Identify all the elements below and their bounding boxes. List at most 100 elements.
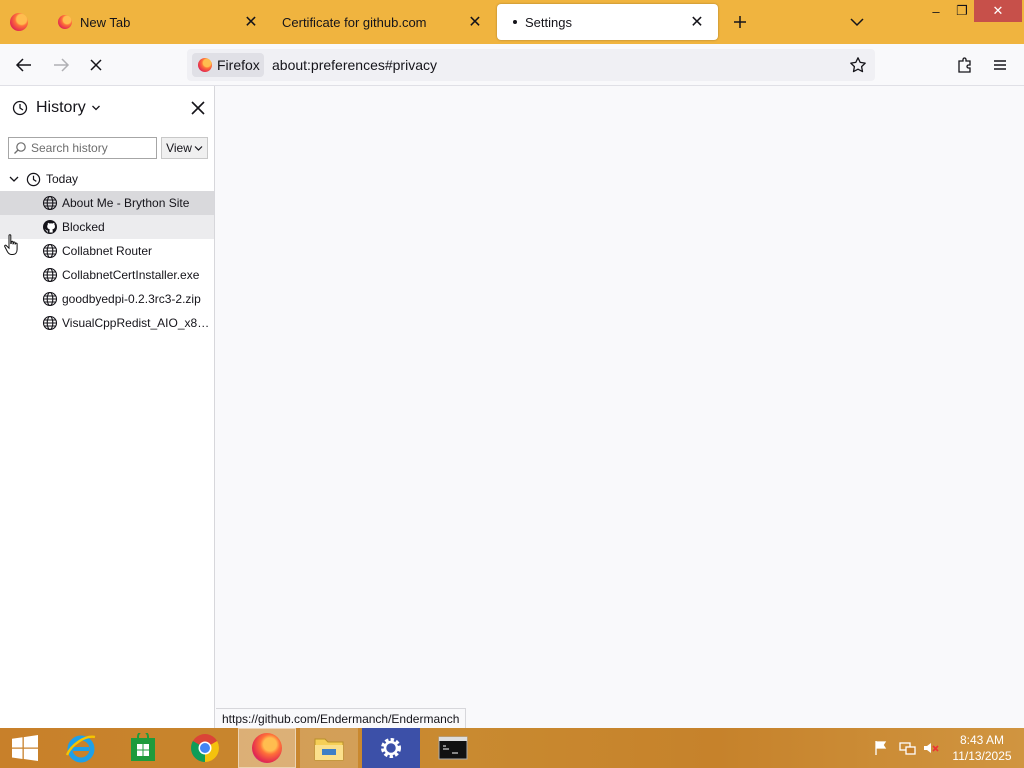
globe-icon [42, 195, 58, 211]
taskbar: 8:43 AM 11/13/2025 [0, 728, 1024, 768]
history-item[interactable]: CollabnetCertInstaller.exe [0, 263, 214, 287]
history-item-label: goodbyedpi-0.2.3rc3-2.zip [62, 292, 201, 306]
search-icon [14, 142, 26, 154]
forward-button[interactable] [48, 53, 74, 77]
globe-icon [42, 267, 58, 283]
close-icon[interactable]: ✕ [242, 13, 260, 31]
identity-box[interactable]: Firefox [192, 53, 264, 77]
clock-date: 11/13/2025 [952, 749, 1012, 763]
history-item[interactable]: goodbyedpi-0.2.3rc3-2.zip [0, 287, 214, 311]
globe-icon [42, 291, 58, 307]
history-item[interactable]: Blocked [0, 215, 214, 239]
history-item-label: CollabnetCertInstaller.exe [62, 268, 200, 282]
windows-start-icon [12, 735, 38, 761]
page-content [216, 86, 1024, 728]
chevron-down-icon [850, 18, 864, 27]
history-item-label: Blocked [62, 220, 105, 234]
app-menu-button[interactable] [987, 53, 1013, 77]
sidebar-title: History [36, 99, 86, 116]
arrow-right-icon [54, 58, 70, 72]
back-button[interactable] [11, 53, 37, 77]
history-tree: Today About Me - Brython Site Blocked Co… [0, 167, 214, 335]
view-menu-button[interactable]: View [161, 137, 208, 159]
view-label: View [166, 141, 192, 155]
url-bar[interactable]: Firefox about:preferences#privacy [187, 49, 875, 81]
chevron-down-icon [9, 176, 19, 182]
tab-strip: New Tab ✕ Certificate for github.com ✕ S… [0, 0, 1024, 44]
arrow-left-icon [15, 58, 31, 72]
close-icon[interactable]: ✕ [688, 13, 706, 31]
window-close-button[interactable]: ✕ [974, 0, 1022, 22]
tab-certificate[interactable]: Certificate for github.com ✕ [268, 0, 496, 44]
tab-settings[interactable]: Settings ✕ [497, 4, 718, 40]
taskbar-firefox[interactable] [238, 728, 296, 768]
start-button[interactable] [0, 728, 50, 768]
hamburger-icon [994, 60, 1006, 70]
url-text[interactable]: about:preferences#privacy [272, 57, 437, 73]
list-all-tabs-button[interactable] [846, 12, 868, 32]
firefox-icon [252, 733, 282, 763]
history-item[interactable]: Collabnet Router [0, 239, 214, 263]
taskbar-settings[interactable] [362, 728, 420, 768]
internet-explorer-icon [65, 735, 96, 763]
taskbar-internet-explorer[interactable] [52, 728, 110, 768]
nav-bar: Firefox about:preferences#privacy [0, 44, 1024, 86]
plus-icon [734, 16, 746, 28]
search-history-input[interactable] [31, 141, 151, 155]
settings-icon [381, 738, 401, 758]
globe-icon [42, 315, 58, 331]
bookmark-star-button[interactable] [849, 56, 867, 74]
history-item-label: Collabnet Router [62, 244, 153, 258]
history-item-label: VisualCppRedist_AIO_x86_... [62, 316, 212, 330]
hand-cursor-icon [4, 234, 18, 255]
extensions-button[interactable] [952, 53, 978, 77]
taskbar-command-prompt[interactable] [424, 728, 482, 768]
chrome-icon [191, 734, 219, 762]
stop-button[interactable] [83, 53, 109, 77]
chevron-down-icon [91, 105, 100, 111]
firefox-icon [58, 15, 72, 29]
group-label: Today [46, 172, 79, 186]
store-icon [131, 733, 155, 761]
history-item-label: About Me - Brython Site [62, 196, 190, 210]
clock-icon [26, 172, 41, 186]
taskbar-chrome[interactable] [176, 728, 234, 768]
sidebar-switcher[interactable]: History [12, 98, 101, 118]
history-item[interactable]: VisualCppRedist_AIO_x86_... [0, 311, 214, 335]
github-icon [43, 220, 57, 234]
close-icon [191, 101, 205, 115]
globe-icon [42, 243, 58, 259]
close-icon [90, 59, 102, 71]
taskbar-store[interactable] [114, 728, 172, 768]
tab-new-tab[interactable]: New Tab ✕ [44, 0, 272, 44]
identity-label: Firefox [217, 57, 260, 73]
history-group-today[interactable]: Today [0, 167, 214, 191]
history-item[interactable]: About Me - Brython Site [0, 191, 214, 215]
status-url: https://github.com/Endermanch/Endermanch [222, 711, 460, 726]
file-explorer-icon [314, 738, 344, 761]
new-tab-button[interactable] [728, 10, 752, 34]
firefox-icon [198, 58, 212, 72]
puzzle-icon [958, 57, 971, 73]
system-tray [872, 728, 940, 768]
sidebar-close-button[interactable] [188, 98, 208, 118]
command-prompt-icon [438, 736, 468, 760]
clock-time: 8:43 AM [959, 733, 1005, 747]
tab-title: Certificate for github.com [282, 14, 427, 30]
clock-icon [12, 100, 28, 116]
tab-title: New Tab [80, 14, 131, 30]
firefox-icon[interactable] [10, 13, 28, 31]
status-panel: https://github.com/Endermanch/Endermanch [216, 708, 467, 728]
volume-muted-icon[interactable] [922, 739, 940, 757]
history-sidebar: History View Today About Me - Brython Si… [0, 86, 215, 728]
attention-dot-icon [513, 20, 517, 24]
taskbar-file-explorer[interactable] [300, 728, 358, 768]
search-history-box[interactable] [8, 137, 157, 159]
network-icon[interactable] [898, 739, 916, 757]
tab-title: Settings [525, 14, 572, 30]
flag-icon[interactable] [872, 739, 890, 757]
chevron-down-icon [194, 145, 203, 151]
close-icon[interactable]: ✕ [466, 13, 484, 31]
star-icon [850, 57, 866, 73]
clock[interactable]: 8:43 AM 11/13/2025 [950, 732, 1014, 764]
